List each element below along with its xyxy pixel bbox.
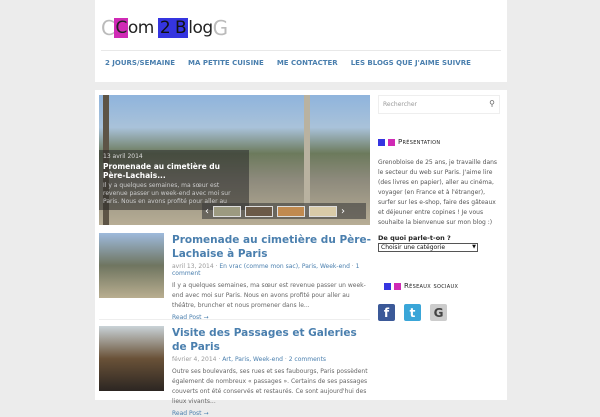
slide-thumb[interactable]	[245, 205, 273, 217]
post-categories[interactable]: En vrac (comme mon sac), Paris, Week-end	[219, 263, 350, 270]
post-meta: février 4, 2014 · Art, Paris, Week-end ·…	[172, 356, 327, 363]
logo-letter: om	[127, 18, 154, 38]
category-label: De quoi parle-t-on ?	[378, 234, 451, 242]
post-title[interactable]: Promenade au cimetière du Père-Lachaise …	[172, 233, 372, 261]
slide-title[interactable]: Promenade au cimetière du Père-Lachais..…	[103, 162, 245, 180]
about-text: Grenobloise de 25 ans, je travaille dans…	[378, 159, 498, 226]
chevron-right-icon[interactable]: ›	[341, 206, 345, 217]
slide-date: 13 avril 2014	[103, 153, 143, 160]
search-input[interactable]: Rechercher ⚲	[378, 95, 500, 114]
post-excerpt: Outre ses boulevards, ses rues et ses fa…	[172, 368, 368, 405]
widget-title-social: Réseaux sociaux	[384, 282, 500, 290]
search-icon[interactable]: ⚲	[489, 99, 495, 108]
page-container: C Com 2 Bl og G 2 JOURS/SEMAINE MA PETITE CU…	[95, 0, 507, 417]
slide-thumb[interactable]	[277, 205, 305, 217]
main-nav: 2 JOURS/SEMAINE MA PETITE CUISINE ME CON…	[105, 59, 471, 67]
logo-letter: G	[212, 16, 229, 40]
nav-2-jours[interactable]: 2 JOURS/SEMAINE	[105, 59, 175, 67]
chevron-left-icon[interactable]: ‹	[205, 206, 209, 217]
site-header: C Com 2 Bl og G 2 JOURS/SEMAINE MA PETITE CU…	[95, 0, 507, 82]
featured-slider[interactable]: 13 avril 2014 Promenade au cimetière du …	[99, 95, 370, 225]
post-comments[interactable]: 2 comments	[289, 356, 326, 363]
divider	[101, 50, 501, 51]
post-date: avril 13, 2014	[172, 263, 214, 270]
post-date: février 4, 2014	[172, 356, 217, 363]
read-post-link[interactable]: Read Post →	[172, 410, 372, 417]
post-excerpt: Il y a quelques semaines, ma sœur est re…	[172, 282, 366, 309]
widget-title-text: Présentation	[398, 138, 441, 146]
slide-thumb[interactable]	[213, 205, 241, 217]
slide-caption[interactable]: 13 avril 2014 Promenade au cimetière du …	[99, 150, 249, 210]
post-thumbnail[interactable]	[99, 326, 164, 391]
widget-title-text: Réseaux sociaux	[404, 282, 459, 290]
category-select-value: Choisir une catégorie	[381, 244, 446, 251]
facebook-icon[interactable]: f	[378, 304, 395, 321]
search-placeholder: Rechercher	[383, 101, 417, 108]
post-item: Promenade au cimetière du Père-Lachaise …	[99, 233, 372, 321]
chevron-down-icon: ▼	[472, 244, 476, 250]
google-icon[interactable]: G	[430, 304, 447, 321]
nav-contact[interactable]: ME CONTACTER	[277, 59, 338, 67]
slider-thumbnails: ‹ ›	[202, 203, 366, 219]
post-title[interactable]: Visite des Passages et Galeries de Paris	[172, 326, 372, 354]
logo-letter: 2 B	[157, 18, 189, 38]
widget-title-presentation: Présentation	[378, 138, 500, 146]
sidebar: Rechercher ⚲ Présentation Grenobloise de …	[378, 95, 500, 321]
divider	[99, 319, 370, 320]
header-band	[95, 82, 507, 90]
social-icons: f t G	[378, 304, 500, 321]
site-logo[interactable]: C Com 2 Bl og G	[101, 16, 228, 40]
logo-letter: C	[101, 16, 115, 40]
category-select[interactable]: Choisir une catégorie ▼	[378, 243, 478, 252]
logo-letter: og	[192, 18, 213, 38]
post-categories[interactable]: Art, Paris, Week-end	[222, 356, 283, 363]
post-item: Visite des Passages et Galeries de Paris…	[99, 326, 372, 417]
twitter-icon[interactable]: t	[404, 304, 421, 321]
post-thumbnail[interactable]	[99, 233, 164, 298]
post-meta: avril 13, 2014 · En vrac (comme mon sac)…	[172, 263, 360, 277]
nav-blogs[interactable]: LES BLOGS QUE J'AIME SUIVRE	[351, 59, 471, 67]
nav-cuisine[interactable]: MA PETITE CUISINE	[188, 59, 264, 67]
slide-thumb[interactable]	[309, 205, 337, 217]
logo-letter: C	[114, 18, 128, 38]
